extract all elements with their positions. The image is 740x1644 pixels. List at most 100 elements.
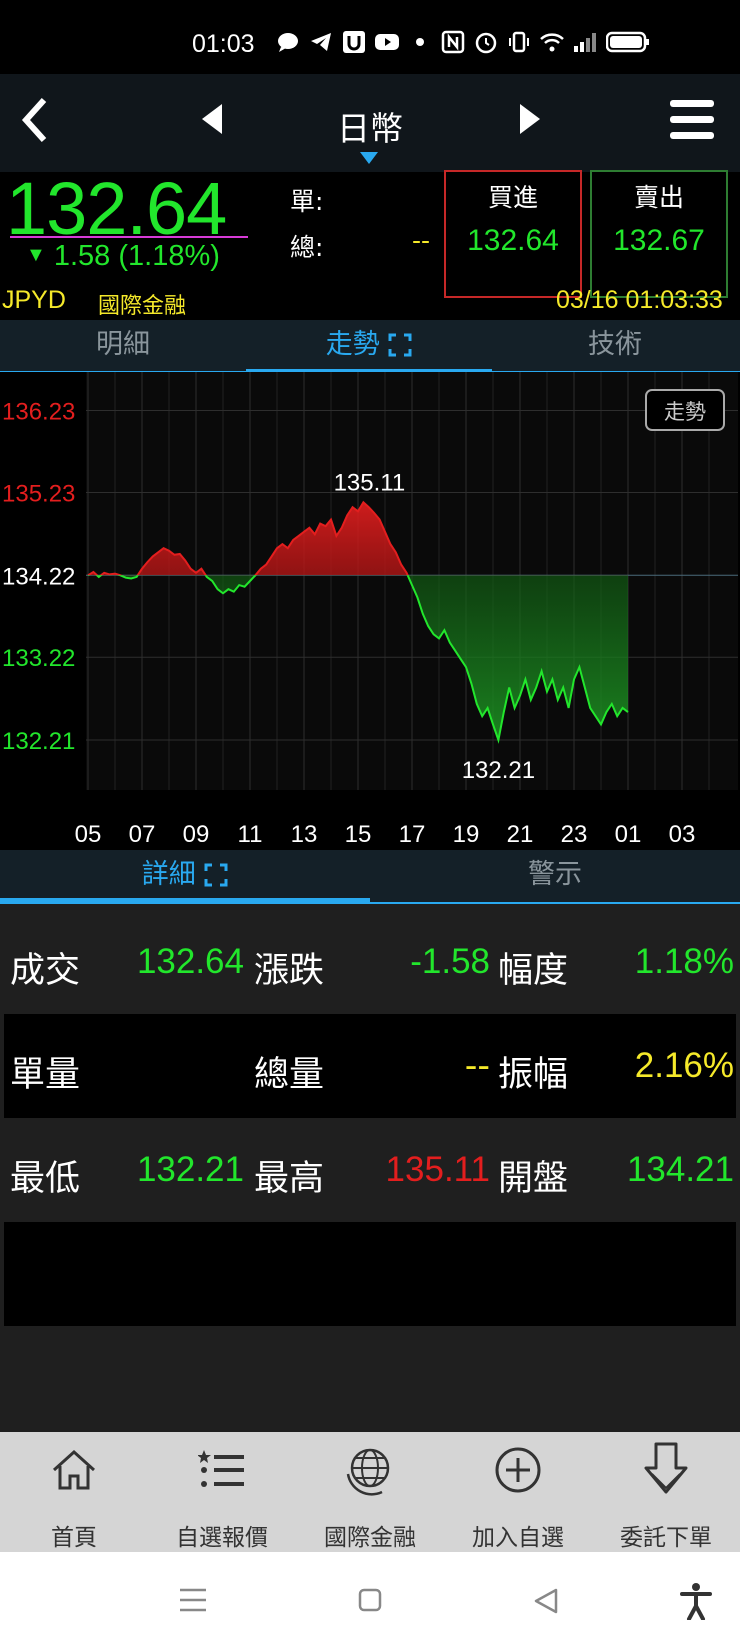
total-volume-value: -- [412,226,431,255]
order-arrow-icon [644,1442,688,1494]
x-tick-label: 17 [399,821,426,848]
chat-bubble-icon [278,33,298,52]
prev-symbol-icon[interactable] [198,102,226,136]
trend-chart[interactable]: 136.23 135.23 134.22 133.22 132.21 05 07 09 11 13… [0,372,740,850]
view-tabs: 明細 走勢 技術 [0,320,740,372]
page-title[interactable]: 日幣 [300,102,440,150]
value-open: 134.21 [626,1150,734,1189]
tab-details[interactable]: 詳細 [0,850,370,904]
globe-icon [346,1448,390,1496]
sell-label: 賣出 [633,183,684,212]
change-text: 1.58 (1.18%) [53,240,220,272]
table-row-empty [4,1222,736,1326]
tab-trend-label: 走勢 [325,329,380,360]
y-tick-label: 136.23 [2,399,75,426]
expand-icon[interactable] [388,333,412,357]
y-tick-label: 133.22 [2,645,75,672]
x-tick-label: 07 [129,821,156,848]
x-tick-label: 03 [669,821,696,848]
nav-home-label: 首頁 [51,1525,97,1551]
status-icons [276,30,650,54]
tab-details-label: 詳細 [141,859,196,890]
price-change: ▼ 1.58 (1.18%) [26,240,220,273]
recents-icon[interactable] [180,1588,206,1612]
quote-datetime: 03/16 01:03:33 [556,286,723,314]
title-dropdown-icon[interactable] [360,152,378,164]
x-tick-label: 01 [615,821,642,848]
back-icon[interactable] [18,96,50,144]
value-trade: 132.64 [136,942,244,981]
nav-add-watchlist[interactable]: 加入自選 [444,1432,592,1552]
x-tick-label: 21 [507,821,534,848]
value-amplitude: 2.16% [634,1046,734,1085]
symbol-row: JPYD 國際金融 03/16 01:03:33 [0,284,740,320]
nav-international-label: 國際金融 [324,1525,416,1551]
nav-watchlist[interactable]: 自選報價 [148,1432,296,1552]
bottom-nav: 首頁 自選報價 國際金融 加入自選 委託下單 [0,1432,740,1552]
add-circle-icon [495,1447,541,1493]
youtube-icon [375,34,399,50]
table-row: 最低 132.21 最高 135.11 開盤 134.21 [4,1118,736,1222]
tab-detail[interactable]: 明細 [0,320,246,372]
label-trade: 成交 [10,951,81,991]
menu-icon[interactable] [670,96,714,144]
buy-label: 買進 [487,183,538,212]
x-tick-label: 23 [561,821,588,848]
signal-icon [574,33,596,52]
price-underline [10,236,248,238]
status-bar: 01:03 [0,0,740,74]
battery-icon [606,31,649,53]
sell-price: 132.67 [613,224,705,257]
status-time: 01:03 [192,30,255,58]
x-tick-label: 13 [291,821,318,848]
back-button-icon[interactable] [534,1588,558,1614]
down-arrow-icon: ▼ [26,244,46,266]
details-table: 成交 132.64 漲跌 -1.58 幅度 1.18% 單量 總量 -- 振幅 … [0,904,740,1432]
y-tick-label: 135.23 [2,480,75,507]
telegram-icon [311,33,331,51]
tab-trend[interactable]: 走勢 [246,320,492,372]
u-app-icon [343,31,365,53]
vibrate-icon [509,31,529,53]
market-name: 國際金融 [98,294,187,319]
nav-international[interactable]: 國際金融 [296,1432,444,1552]
home-icon [52,1449,96,1490]
value-pct: 1.18% [634,942,734,981]
value-total-volume: -- [464,1046,490,1086]
x-tick-label: 05 [75,821,102,848]
sell-box[interactable]: 賣出 132.67 [590,170,728,298]
nav-order[interactable]: 委託下單 [592,1432,740,1552]
x-tick-label: 09 [183,821,210,848]
label-high: 最高 [254,1159,325,1199]
nav-add-watchlist-label: 加入自選 [472,1525,564,1551]
high-annotation: 135.11 [334,469,406,496]
symbol-code: JPYD [2,286,66,314]
accessibility-icon[interactable] [680,1582,712,1620]
tab-alerts[interactable]: 警示 [370,850,740,904]
label-amplitude: 振幅 [498,1055,569,1095]
low-annotation: 132.21 [462,757,535,784]
table-row: 成交 132.64 漲跌 -1.58 幅度 1.18% [4,910,736,1014]
buy-price: 132.64 [467,224,559,257]
next-symbol-icon[interactable] [516,102,544,136]
expand-icon[interactable] [204,863,228,887]
total-volume-label: 總: [290,233,324,262]
y-tick-label: 132.21 [2,728,75,755]
nfc-icon [441,30,465,54]
nav-home[interactable]: 首頁 [0,1432,148,1552]
y-tick-label: 134.22 [2,563,75,590]
alarm-icon [475,32,497,54]
nav-watchlist-label: 自選報價 [176,1525,268,1551]
home-button-icon[interactable] [358,1588,382,1612]
x-tick-label: 15 [345,821,372,848]
label-unit-volume: 單量 [10,1055,81,1095]
nav-order-label: 委託下單 [620,1525,712,1551]
x-tick-label: 11 [238,821,263,848]
last-price: 132.64 [6,167,227,250]
wifi-icon [540,33,564,52]
system-nav-bar [0,1552,740,1644]
buy-box[interactable]: 買進 132.64 [444,170,582,298]
unit-volume-label: 單: [290,187,324,216]
tab-technical[interactable]: 技術 [492,320,738,372]
table-row: 單量 總量 -- 振幅 2.16% [4,1014,736,1118]
